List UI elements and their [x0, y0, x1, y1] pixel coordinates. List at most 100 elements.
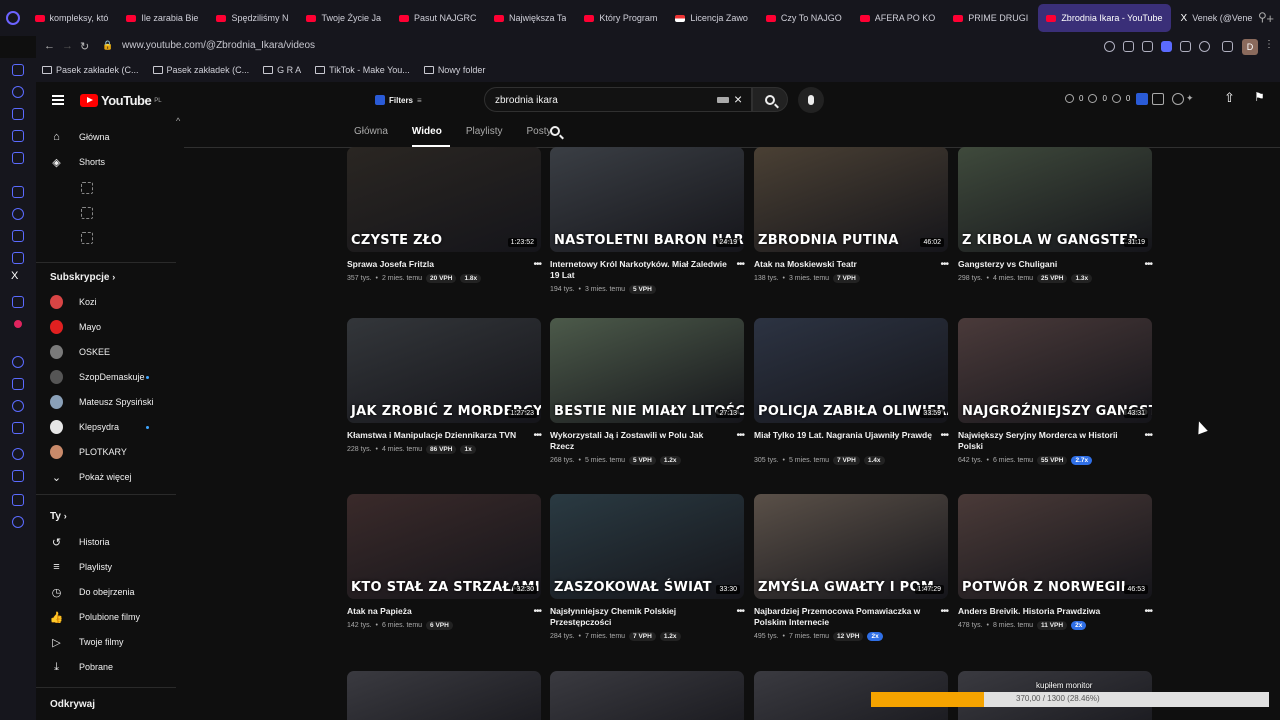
video-thumbnail[interactable]: ZMYŚLA GWAŁTY I POM 1:47:29	[754, 494, 948, 599]
list-icon[interactable]	[1152, 93, 1164, 105]
more-options-icon[interactable]: •••	[736, 430, 744, 441]
video-title[interactable]: Sprawa Josefa Fritzla	[347, 259, 525, 270]
video-title[interactable]: Wykorzystali Ją i Zostawili w Polu Jak R…	[550, 430, 728, 452]
rail-bag-icon[interactable]	[12, 108, 24, 120]
tab-search-icon[interactable]: ⚲	[1258, 10, 1272, 24]
rail-play-icon[interactable]	[12, 378, 24, 390]
rail-settings-icon[interactable]	[12, 516, 24, 528]
sidebar-item-shorts[interactable]: ◈ Shorts	[50, 152, 105, 172]
rail-games-icon[interactable]	[12, 130, 24, 142]
more-options-icon[interactable]: •••	[533, 259, 541, 270]
video-card[interactable]: ZBRODNIA PUTINA 46:02 Atak na Moskiewski T…	[754, 147, 949, 307]
browser-tab[interactable]: Największa Ta	[486, 4, 574, 32]
video-thumbnail[interactable]: NASTOLETNI BARON NARKOTYK24:19	[550, 147, 744, 252]
video-title[interactable]: Atak na Papieża	[347, 606, 525, 617]
hamburger-menu-icon[interactable]	[52, 95, 64, 105]
more-options-icon[interactable]: •••	[1144, 259, 1152, 270]
bookmark-item[interactable]: TikTok - Make You...	[315, 65, 410, 75]
browser-tab[interactable]: X Venek (@Vene	[1173, 4, 1261, 32]
video-thumbnail[interactable]: ZBRODNIA PUTINA 46:02	[754, 147, 948, 252]
sidebar-item-your-videos[interactable]: ▷ Twoje filmy	[50, 632, 123, 652]
more-options-icon[interactable]: •••	[736, 606, 744, 617]
extension-blue-icon[interactable]	[1136, 93, 1148, 105]
channel-tab[interactable]: Wideo	[411, 122, 450, 147]
forward-icon[interactable]: →	[62, 40, 73, 52]
rail-x-icon[interactable]: X	[11, 270, 23, 282]
browser-tab[interactable]: Czy To NAJGO	[758, 4, 850, 32]
bookmark-item[interactable]: Pasek zakładek (C...	[152, 65, 249, 75]
rail-instagram-icon[interactable]	[12, 252, 24, 264]
zoom-icon[interactable]	[1104, 41, 1115, 52]
video-card[interactable]: Z KIBOLA W GANGSTER 31:19 Gangsterzy vs Ch…	[958, 147, 1153, 307]
extension-icon[interactable]	[1142, 41, 1153, 52]
video-title[interactable]: Najsłynniejszy Chemik Polskiej Przestępc…	[550, 606, 728, 628]
cast-icon[interactable]	[1180, 41, 1191, 52]
video-thumbnail[interactable]	[347, 671, 541, 720]
more-options-icon[interactable]: •••	[1144, 430, 1152, 441]
video-card[interactable]: JAK ZROBIĆ Z MORDERCY OF1:27:23 Kłamstwa …	[347, 318, 542, 478]
search-input[interactable]	[495, 92, 705, 108]
youtube-logo[interactable]: YouTube PL	[80, 93, 162, 108]
browser-tab[interactable]: Ile zarabia Bie	[118, 4, 206, 32]
sidebar-subscription[interactable]: Mayo	[50, 317, 101, 337]
sidebar-item-like[interactable]: 👍 Polubione filmy	[50, 607, 140, 627]
browser-tab[interactable]: Pasut NAJGRC	[391, 4, 484, 32]
rail-sync-icon[interactable]	[12, 86, 24, 98]
sidebar-subscription[interactable]: Klepsydra	[50, 417, 149, 437]
rail-record-icon[interactable]	[14, 320, 22, 328]
bookmark-item[interactable]: Nowy folder	[423, 65, 485, 75]
video-title[interactable]: Największy Seryjny Morderca w Historii P…	[958, 430, 1136, 452]
video-card[interactable]: POLICJA ZABIŁA OLIWIERA 33:59 Miał Tylko 1…	[754, 318, 949, 478]
clear-search-icon[interactable]: ×	[734, 91, 742, 107]
rail-m-icon[interactable]	[12, 152, 24, 164]
more-options-icon[interactable]: •••	[940, 606, 948, 617]
video-title[interactable]: Anders Breivik. Historia Prawdziwa	[958, 606, 1136, 617]
search-button[interactable]	[752, 87, 788, 112]
video-card[interactable]: BESTIE NIE MIAŁY LITOŚCI 27:13 Wykorzystal…	[550, 318, 745, 478]
video-thumbnail[interactable]: JAK ZROBIĆ Z MORDERCY OF1:27:23	[347, 318, 541, 423]
video-thumbnail[interactable]	[550, 671, 744, 720]
sidebar-item-download[interactable]: ⤓ Pobrane	[50, 657, 113, 677]
bookmark-icon[interactable]	[1123, 41, 1134, 52]
you-heading[interactable]: Ty ›	[50, 511, 67, 522]
video-card[interactable]: CZYSTE ZŁO 1:23:52 Sprawa Josefa Fritzla ••…	[347, 147, 542, 307]
rail-music-icon[interactable]	[12, 356, 24, 368]
browser-tab[interactable]: Zbrodnia Ikara - YouTube	[1038, 4, 1171, 32]
notifications-bell-icon[interactable]: ⚑	[1254, 90, 1266, 104]
more-options-icon[interactable]: •••	[940, 259, 948, 270]
video-card[interactable]: POTWÓR Z NORWEGII 46:53 Anders Breivik. Hi…	[958, 494, 1153, 654]
browser-tab[interactable]: Spędziliśmy N	[208, 4, 296, 32]
browser-logo-icon[interactable]	[0, 0, 27, 36]
video-card[interactable]: ZMYŚLA GWAŁTY I POM 1:47:29 Najbardziej Pr…	[754, 494, 949, 654]
video-card[interactable]: ZASZOKOWAŁ ŚWIAT 33:30 Najsłynniejszy Chem…	[550, 494, 745, 654]
bookmark-item[interactable]: G R A	[263, 65, 301, 75]
rail-wallet-icon[interactable]	[12, 422, 24, 434]
channel-search-icon[interactable]	[550, 126, 560, 136]
reload-icon[interactable]: ↻	[80, 40, 89, 53]
sidebar-collapse-chevron-icon[interactable]: ^	[176, 116, 180, 126]
rail-news-icon[interactable]	[12, 64, 24, 76]
browser-tab[interactable]: Który Program	[576, 4, 665, 32]
sidebar-subscription[interactable]: OSKEE	[50, 342, 110, 362]
video-title[interactable]: Najbardziej Przemocowa Pomawiaczka w Pol…	[754, 606, 932, 628]
video-thumbnail[interactable]: CZYSTE ZŁO 1:23:52	[347, 147, 541, 252]
menu-icon[interactable]: ⋮	[1264, 39, 1275, 50]
rail-messenger-icon[interactable]	[12, 208, 24, 220]
lock-icon[interactable]: 🔒	[102, 40, 113, 51]
settings-small-icon[interactable]: ✦	[1186, 93, 1198, 105]
video-title[interactable]: Miał Tylko 19 Lat. Nagrania Ujawniły Pra…	[754, 430, 932, 441]
subscriptions-heading[interactable]: Subskrypcje ›	[50, 272, 115, 283]
rail-download-icon[interactable]	[12, 470, 24, 482]
puzzle-icon[interactable]	[1222, 41, 1233, 52]
browser-tab[interactable]: Twoje Życie Ja	[298, 4, 389, 32]
rail-twitch-icon[interactable]	[12, 186, 24, 198]
voice-search-button[interactable]	[798, 87, 824, 113]
rail-cube-icon[interactable]	[12, 494, 24, 506]
more-options-icon[interactable]: •••	[1144, 606, 1152, 617]
show-more-button[interactable]: ⌄ Pokaż więcej	[50, 467, 132, 487]
more-options-icon[interactable]: •••	[940, 430, 948, 441]
keyboard-icon[interactable]	[717, 97, 729, 103]
video-thumbnail[interactable]: NAJGROŹNIEJSZY GANGSTER43:31	[958, 318, 1152, 423]
robot-icon[interactable]	[1172, 93, 1184, 105]
upload-icon[interactable]: ⇧	[1224, 90, 1236, 105]
